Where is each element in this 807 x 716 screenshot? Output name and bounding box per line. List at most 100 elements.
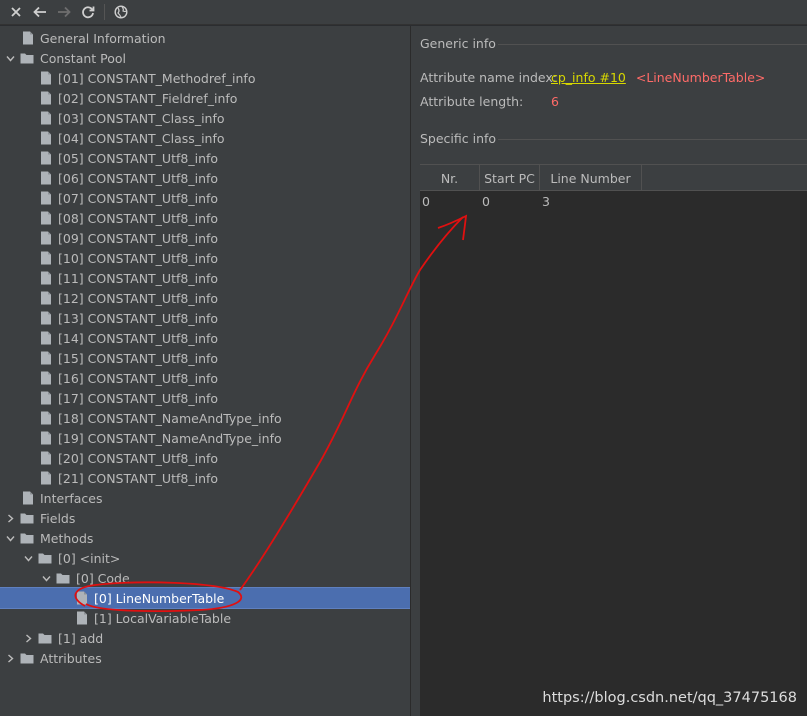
- folder-icon: [20, 511, 34, 525]
- chevron-down-icon[interactable]: [40, 568, 52, 588]
- file-icon: [40, 251, 52, 265]
- file-icon: [40, 311, 52, 325]
- chevron-down-icon[interactable]: [4, 528, 16, 548]
- file-icon: [40, 411, 52, 425]
- tree-item-constant[interactable]: [06] CONSTANT_Utf8_info: [0, 168, 410, 188]
- tree-item-label: [10] CONSTANT_Utf8_info: [58, 250, 219, 266]
- tree-item-label: Constant Pool: [40, 50, 127, 66]
- tree-item-constant[interactable]: [10] CONSTANT_Utf8_info: [0, 248, 410, 268]
- tree-item-label: [08] CONSTANT_Utf8_info: [58, 210, 219, 226]
- tree-item-attributes[interactable]: Attributes: [0, 648, 410, 668]
- column-header-nr[interactable]: Nr.: [420, 165, 480, 191]
- file-icon: [76, 611, 88, 625]
- tree-item-label: [0] LineNumberTable: [94, 590, 225, 606]
- chevron-right-icon[interactable]: [4, 648, 16, 668]
- toolbar-separator: [104, 4, 105, 20]
- tree-item-label: [07] CONSTANT_Utf8_info: [58, 190, 219, 206]
- section-divider: [498, 44, 807, 45]
- tree-item-label: [16] CONSTANT_Utf8_info: [58, 370, 219, 386]
- tree-item-constant[interactable]: [20] CONSTANT_Utf8_info: [0, 448, 410, 468]
- folder-icon: [38, 631, 52, 645]
- tree-item-constant[interactable]: [08] CONSTANT_Utf8_info: [0, 208, 410, 228]
- chevron-right-icon[interactable]: [22, 628, 34, 648]
- tree-item-constant[interactable]: [18] CONSTANT_NameAndType_info: [0, 408, 410, 428]
- tree-item-code[interactable]: [0] Code: [0, 568, 410, 588]
- tree-item-constant[interactable]: [05] CONSTANT_Utf8_info: [0, 148, 410, 168]
- cell-nr[interactable]: 0: [422, 194, 430, 209]
- file-icon: [22, 31, 34, 45]
- panel-splitter[interactable]: [410, 26, 420, 716]
- chevron-right-icon[interactable]: [4, 508, 16, 528]
- tree-item-label: [20] CONSTANT_Utf8_info: [58, 450, 219, 466]
- tree-item-label: [1] add: [58, 630, 104, 646]
- column-header-line-number[interactable]: Line Number: [540, 165, 642, 191]
- file-icon: [40, 231, 52, 245]
- tree-item-label: [03] CONSTANT_Class_info: [58, 110, 225, 126]
- file-icon: [40, 151, 52, 165]
- tree-item-label: [17] CONSTANT_Utf8_info: [58, 390, 219, 406]
- tree-item-label: [0] Code: [76, 570, 130, 586]
- tree-item-label: [0] <init>: [58, 550, 121, 566]
- file-icon: [40, 271, 52, 285]
- tree-item-label: [14] CONSTANT_Utf8_info: [58, 330, 219, 346]
- tree-item-constant[interactable]: [07] CONSTANT_Utf8_info: [0, 188, 410, 208]
- forward-arrow-icon[interactable]: [52, 1, 76, 23]
- tree-item-constant[interactable]: [19] CONSTANT_NameAndType_info: [0, 428, 410, 448]
- close-icon[interactable]: [4, 1, 28, 23]
- cp-info-reference: <LineNumberTable>: [635, 70, 766, 85]
- chevron-down-icon[interactable]: [22, 548, 34, 568]
- tree-item-label: [05] CONSTANT_Utf8_info: [58, 150, 219, 166]
- tree-item-constant[interactable]: [01] CONSTANT_Methodref_info: [0, 68, 410, 88]
- tree-item-constant[interactable]: [16] CONSTANT_Utf8_info: [0, 368, 410, 388]
- tree-item-label: Methods: [40, 530, 94, 546]
- tree-item-constant[interactable]: [09] CONSTANT_Utf8_info: [0, 228, 410, 248]
- attribute-length-value: 6: [551, 94, 559, 109]
- tree-item-methods[interactable]: Methods: [0, 528, 410, 548]
- tree-item-constant[interactable]: [02] CONSTANT_Fieldref_info: [0, 88, 410, 108]
- tree-item-method-add[interactable]: [1] add: [0, 628, 410, 648]
- tree-item-line-number-table[interactable]: [0] LineNumberTable: [0, 587, 411, 609]
- tree-item-label: [13] CONSTANT_Utf8_info: [58, 310, 219, 326]
- folder-icon: [56, 571, 70, 585]
- tree-item-constant[interactable]: [11] CONSTANT_Utf8_info: [0, 268, 410, 288]
- back-arrow-icon[interactable]: [28, 1, 52, 23]
- tree-item-label: [06] CONSTANT_Utf8_info: [58, 170, 219, 186]
- tree-item-local-variable-table[interactable]: [1] LocalVariableTable: [0, 608, 410, 628]
- tree-item-constant[interactable]: [15] CONSTANT_Utf8_info: [0, 348, 410, 368]
- file-icon: [40, 391, 52, 405]
- globe-icon[interactable]: [109, 1, 133, 23]
- tree-item-interfaces[interactable]: Interfaces: [0, 488, 410, 508]
- refresh-icon[interactable]: [76, 1, 100, 23]
- tree-item-constant[interactable]: [21] CONSTANT_Utf8_info: [0, 468, 410, 488]
- column-header-start-pc[interactable]: Start PC: [480, 165, 540, 191]
- file-icon: [40, 211, 52, 225]
- file-icon: [40, 171, 52, 185]
- tree-item-general-information[interactable]: General Information: [0, 28, 410, 48]
- tree-item-constant[interactable]: [14] CONSTANT_Utf8_info: [0, 328, 410, 348]
- line-number-table: Nr. Start PC Line Number 0 0 3: [420, 164, 807, 716]
- cell-start-pc[interactable]: 0: [482, 194, 490, 209]
- tree-item-constant-pool[interactable]: Constant Pool: [0, 48, 410, 68]
- tree-item-constant[interactable]: [17] CONSTANT_Utf8_info: [0, 388, 410, 408]
- file-icon: [40, 471, 52, 485]
- chevron-down-icon[interactable]: [4, 48, 16, 68]
- tree-item-constant[interactable]: [03] CONSTANT_Class_info: [0, 108, 410, 128]
- tree-item-label: [18] CONSTANT_NameAndType_info: [58, 410, 282, 426]
- tree-item-method-init[interactable]: [0] <init>: [0, 548, 410, 568]
- cell-line-number[interactable]: 3: [542, 194, 550, 209]
- tree-item-label: [09] CONSTANT_Utf8_info: [58, 230, 219, 246]
- file-icon: [22, 491, 34, 505]
- watermark: https://blog.csdn.net/qq_37475168: [542, 690, 797, 706]
- tree-item-label: Interfaces: [40, 490, 103, 506]
- file-icon: [40, 331, 52, 345]
- tree-item-constant[interactable]: [12] CONSTANT_Utf8_info: [0, 288, 410, 308]
- tree-item-label: Attributes: [40, 650, 102, 666]
- tree-item-label: General Information: [40, 30, 166, 46]
- file-icon: [40, 371, 52, 385]
- tree-item-constant[interactable]: [04] CONSTANT_Class_info: [0, 128, 410, 148]
- cp-info-link[interactable]: cp_info #10: [551, 70, 626, 85]
- tree-item-constant[interactable]: [13] CONSTANT_Utf8_info: [0, 308, 410, 328]
- file-icon: [40, 451, 52, 465]
- tree-item-fields[interactable]: Fields: [0, 508, 410, 528]
- folder-icon: [20, 651, 34, 665]
